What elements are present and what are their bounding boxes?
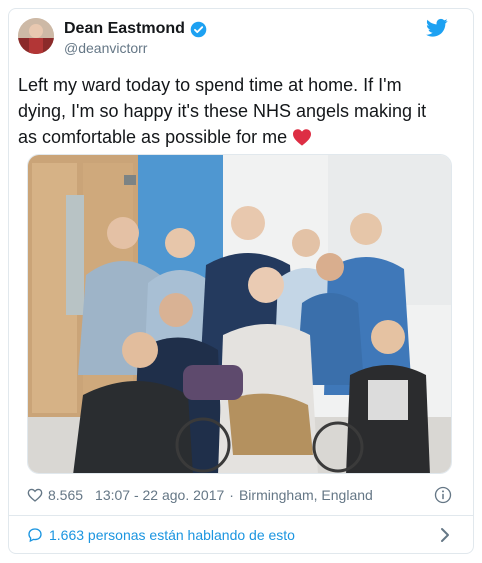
user-handle[interactable]: @deanvictorr (64, 40, 207, 56)
display-name-row[interactable]: Dean Eastmond (64, 20, 207, 38)
twitter-bird-icon[interactable] (426, 18, 448, 38)
tweet-header: Dean Eastmond @deanvictorr (18, 18, 448, 58)
display-name[interactable]: Dean Eastmond (64, 20, 185, 38)
heart-outline-icon[interactable] (27, 487, 43, 503)
avatar[interactable] (18, 18, 54, 54)
conversation-link[interactable]: 1.663 personas están hablando de esto (27, 524, 452, 546)
user-names: Dean Eastmond @deanvictorr (64, 20, 207, 56)
tweet-text-body: Left my ward today to spend time at home… (18, 75, 427, 147)
speech-bubble-icon (28, 528, 42, 543)
timestamp[interactable]: 13:07 - 22 ago. 2017 (95, 487, 224, 503)
tweet-text: Left my ward today to spend time at home… (18, 72, 448, 150)
meta-separator: · (229, 487, 234, 503)
location[interactable]: Birmingham, England (239, 487, 373, 503)
conversation-text[interactable]: 1.663 personas están hablando de esto (49, 527, 295, 543)
info-icon[interactable] (434, 486, 452, 504)
red-heart-emoji-icon (293, 129, 312, 146)
tweet-photo[interactable] (27, 154, 452, 474)
divider (9, 515, 473, 516)
like-count[interactable]: 8.565 (48, 487, 83, 503)
verified-badge-icon (190, 21, 207, 37)
tweet-meta: 8.565 13:07 - 22 ago. 2017 · Birmingham,… (27, 485, 452, 505)
chevron-right-icon[interactable] (438, 527, 452, 543)
